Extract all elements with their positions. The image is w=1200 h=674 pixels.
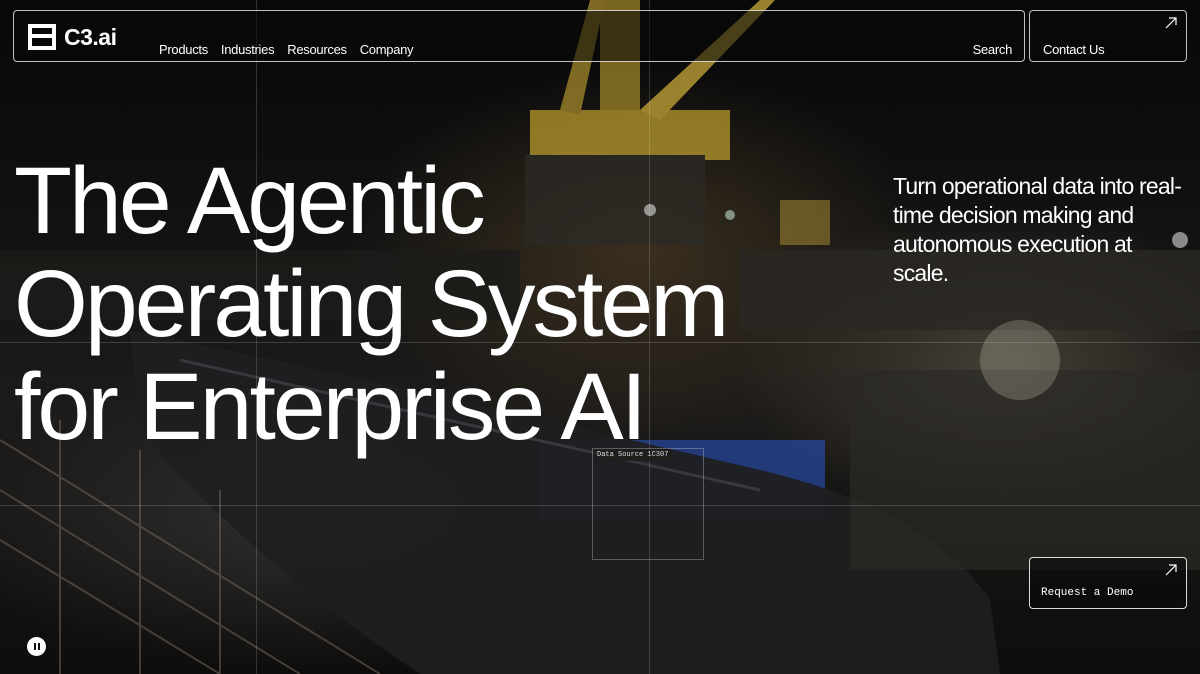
pause-icon — [33, 643, 36, 650]
nav-item-company[interactable]: Company — [360, 42, 414, 57]
arrow-up-right-icon — [1165, 564, 1177, 576]
c3-logo-icon — [28, 24, 56, 50]
headline-line: for Enterprise AI — [14, 354, 647, 460]
pause-icon — [37, 643, 40, 650]
top-nav-bar: C3.ai Products Industries Resources Comp… — [13, 10, 1025, 62]
brand-name: C3.ai — [64, 23, 117, 50]
data-source-box: Data Source 1C307 — [592, 448, 704, 560]
search-link[interactable]: Search — [973, 42, 1013, 57]
data-source-tag: Data Source 1C307 — [593, 449, 673, 461]
nav-item-industries[interactable]: Industries — [221, 42, 275, 57]
request-demo-button[interactable]: Request a Demo — [1029, 557, 1187, 609]
nav-item-resources[interactable]: Resources — [287, 42, 347, 57]
arrow-up-right-icon — [1165, 17, 1177, 29]
brand-logo[interactable]: C3.ai — [26, 21, 117, 53]
contact-us-label: Contact Us — [1043, 42, 1105, 57]
hero-subheading: Turn operational data into real-time dec… — [893, 173, 1182, 286]
pause-video-button[interactable] — [27, 637, 46, 656]
request-demo-label: Request a Demo — [1041, 587, 1134, 599]
contact-us-button[interactable]: Contact Us — [1029, 10, 1187, 62]
headline-line: Operating System — [14, 251, 729, 357]
nav-item-products[interactable]: Products — [159, 42, 208, 57]
primary-menu: Products Industries Resources Company — [159, 42, 414, 57]
headline-line: The Agentic — [14, 148, 486, 254]
hero-headline: The Agentic Operating System for Enterpr… — [14, 148, 729, 460]
